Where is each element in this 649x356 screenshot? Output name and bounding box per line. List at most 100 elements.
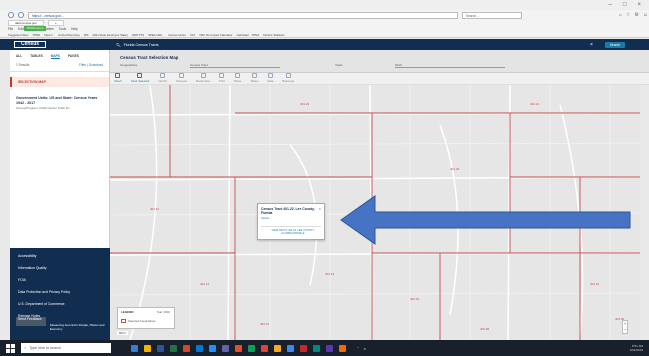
- outlook-icon[interactable]: [196, 344, 203, 352]
- road: [227, 85, 231, 340]
- minimize-icon[interactable]: –: [609, 2, 612, 8]
- browser-search[interactable]: Search...: [462, 11, 522, 19]
- census-logo[interactable]: Census: [14, 41, 46, 48]
- fav-item[interactable]: NRP PTS: [132, 33, 144, 37]
- maximize-icon[interactable]: □: [623, 2, 627, 8]
- tool-basemap[interactable]: Basemap: [282, 73, 294, 83]
- app-icon[interactable]: [339, 344, 346, 352]
- address-bar[interactable]: https://...census.gov/...: [28, 11, 458, 19]
- excel-icon[interactable]: [170, 344, 177, 352]
- network-icon[interactable]: ⌃: [356, 346, 359, 351]
- result-card-title[interactable]: Government Units: US and State: Census Y…: [16, 96, 103, 105]
- fav-item[interactable]: IRS: [84, 33, 89, 37]
- footer-info-quality[interactable]: Information Quality: [18, 266, 102, 270]
- footer-foia[interactable]: FOIA: [18, 278, 102, 282]
- volume-icon[interactable]: ◂: [363, 346, 365, 351]
- tab-maps[interactable]: MAPS: [50, 54, 60, 59]
- years-label: Years: [335, 63, 343, 67]
- forward-icon[interactable]: [18, 12, 24, 18]
- chrome-icon[interactable]: [261, 344, 268, 352]
- footer-privacy[interactable]: Data Protection and Privacy Policy: [18, 290, 102, 294]
- tool-measure[interactable]: Measure: [176, 73, 187, 83]
- address-row: https://...census.gov/... Search... ⌂ ☆ …: [8, 11, 648, 19]
- app-icon[interactable]: [235, 344, 242, 352]
- app-icon[interactable]: [131, 344, 138, 352]
- result-card[interactable]: Government Units: US and State: Census Y…: [10, 92, 109, 115]
- popup-close-icon[interactable]: ×: [319, 206, 321, 211]
- tract-label: 402.01: [410, 297, 420, 301]
- clear-search-icon[interactable]: ×: [590, 42, 593, 48]
- fav-item[interactable]: Suggested Sites: [8, 33, 28, 37]
- clock[interactable]: 8:51 AM 10/4/2019: [630, 344, 643, 352]
- fav-item[interactable]: TAX: [190, 33, 195, 37]
- fav-item[interactable]: TMA Tax Impact Calculator: [199, 33, 232, 37]
- close-icon[interactable]: ×: [637, 2, 641, 8]
- fav-item[interactable]: SPEA-CEF...: [148, 33, 164, 37]
- powerpoint-icon[interactable]: [183, 344, 190, 352]
- tab-tables[interactable]: TABLES: [30, 54, 43, 59]
- windows-taskbar: ○ Type here to search ⌃ ◂ 8:51 AM 10/4/2…: [0, 340, 649, 356]
- start-pane: [6, 348, 11, 353]
- fav-item[interactable]: Monitor Statistics: [263, 33, 284, 37]
- app-icon[interactable]: [274, 344, 281, 352]
- gear-icon[interactable]: ⚙: [634, 12, 638, 18]
- fav-item[interactable]: TPMA: [32, 33, 40, 37]
- tool-data[interactable]: Data: [267, 73, 273, 83]
- feedback-button[interactable]: Send Feedback: [16, 317, 46, 326]
- basemap-icon: [285, 73, 291, 78]
- fav-item[interactable]: Census Home: [168, 33, 186, 37]
- fav-item[interactable]: Ad Dev/Dempsey: [58, 33, 80, 37]
- tool-tables-label: Tables: [250, 79, 259, 83]
- header-search-button[interactable]: Search: [604, 41, 626, 48]
- popup-profile-link[interactable]: VIEW TRACT 401.22, LEE COUNTY, FLORIDA P…: [268, 229, 318, 236]
- star-icon[interactable]: ☆: [626, 12, 630, 18]
- clock-date: 10/4/2019: [629, 348, 643, 352]
- map-legend: LEGEND Year: 2010 Selected Geographies: [117, 307, 175, 329]
- favorites-bar: Suggested Sites TPMA https://.. Ad Dev/D…: [8, 32, 648, 38]
- fav-item[interactable]: 2021 State Employee Salary: [93, 33, 128, 37]
- filter-download-link[interactable]: Filter | Download: [79, 63, 103, 67]
- tab-all[interactable]: ALL: [16, 54, 22, 59]
- tool-clear[interactable]: Clear Selected: [131, 73, 149, 83]
- table-icon: [251, 73, 257, 78]
- folder-icon[interactable]: [144, 344, 151, 352]
- teams-icon[interactable]: [222, 344, 229, 352]
- header-search-input[interactable]: Florida Census Tracts: [124, 43, 159, 47]
- footer-accessibility[interactable]: Accessibility: [18, 254, 102, 258]
- tool-bookmarks[interactable]: Bookmarks: [196, 73, 210, 83]
- windows-start-icon[interactable]: [6, 343, 15, 353]
- new-tab[interactable]: +: [47, 20, 64, 26]
- tool-share-label: Share: [233, 79, 242, 83]
- fav-item[interactable]: Calculator - TPMA: [236, 33, 259, 37]
- tool-data-label: Data: [267, 79, 274, 83]
- back-icon[interactable]: [8, 12, 14, 18]
- acrobat-icon[interactable]: [300, 344, 307, 352]
- app-icon[interactable]: [326, 344, 333, 352]
- footer-commerce[interactable]: U.S. Department of Commerce: [18, 302, 102, 306]
- smiley-icon[interactable]: ☺: [643, 12, 648, 18]
- green-bookmark[interactable]: TPMA Home: [24, 26, 46, 31]
- app-icon[interactable]: [313, 344, 320, 352]
- app-icon[interactable]: [287, 344, 294, 352]
- fav-item[interactable]: https://..: [44, 33, 54, 37]
- tool-print[interactable]: Print: [219, 73, 225, 83]
- selection-map-item[interactable]: SELECTION MAP: [10, 77, 109, 87]
- popup-select-link[interactable]: Select: [261, 216, 321, 220]
- header-search[interactable]: 🔍︎ Florida Census Tracts: [116, 43, 586, 47]
- tract-label: 401.21: [530, 102, 540, 106]
- app-icon[interactable]: [248, 344, 255, 352]
- tool-bookmarks-label: Bookmarks: [196, 79, 211, 83]
- tool-select[interactable]: Select: [114, 73, 122, 83]
- tool-tables[interactable]: Tables: [250, 73, 258, 83]
- ie-icon[interactable]: [209, 344, 216, 352]
- zoom-out-icon[interactable]: −: [623, 327, 627, 333]
- taskbar-search-text[interactable]: Type here to search: [29, 343, 61, 353]
- tool-share[interactable]: Share: [234, 73, 241, 83]
- word-icon[interactable]: [157, 344, 164, 352]
- annotation-arrow: [340, 195, 631, 245]
- home-icon[interactable]: ⌂: [619, 12, 622, 18]
- tab-pages[interactable]: PAGES: [68, 54, 79, 59]
- start-pane: [10, 343, 15, 348]
- taskbar-search[interactable]: ○ Type here to search: [21, 343, 111, 353]
- tool-identify[interactable]: Identify: [158, 73, 167, 83]
